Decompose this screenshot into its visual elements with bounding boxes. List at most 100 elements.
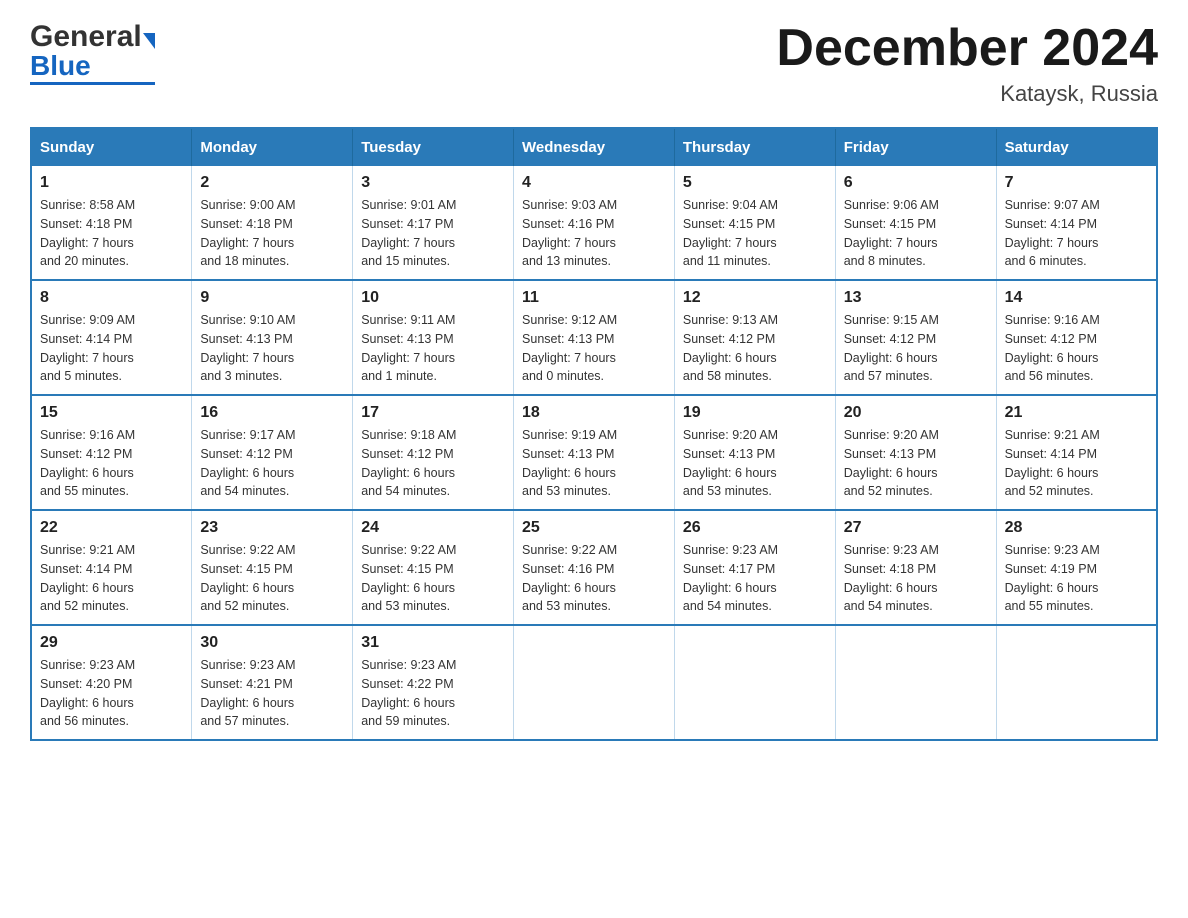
day-number: 22	[40, 519, 183, 537]
calendar-cell: 7 Sunrise: 9:07 AMSunset: 4:14 PMDaylight…	[996, 166, 1157, 280]
column-header-monday: Monday	[192, 128, 353, 166]
logo-underline	[30, 82, 155, 85]
logo-arrow-icon	[143, 33, 155, 49]
month-title: December 2024	[776, 20, 1158, 77]
title-section: December 2024 Kataysk, Russia	[776, 20, 1158, 107]
day-info: Sunrise: 9:23 AMSunset: 4:21 PMDaylight:…	[200, 656, 344, 731]
day-info: Sunrise: 9:13 AMSunset: 4:12 PMDaylight:…	[683, 311, 827, 386]
column-header-saturday: Saturday	[996, 128, 1157, 166]
day-info: Sunrise: 9:10 AMSunset: 4:13 PMDaylight:…	[200, 311, 344, 386]
calendar-cell: 16 Sunrise: 9:17 AMSunset: 4:12 PMDayligh…	[192, 395, 353, 510]
day-number: 2	[200, 174, 344, 192]
calendar-week-row: 1 Sunrise: 8:58 AMSunset: 4:18 PMDaylight…	[31, 166, 1157, 280]
day-number: 14	[1005, 289, 1148, 307]
calendar-cell: 23 Sunrise: 9:22 AMSunset: 4:15 PMDayligh…	[192, 510, 353, 625]
day-info: Sunrise: 9:23 AMSunset: 4:22 PMDaylight:…	[361, 656, 505, 731]
day-info: Sunrise: 9:00 AMSunset: 4:18 PMDaylight:…	[200, 196, 344, 271]
calendar-cell: 19 Sunrise: 9:20 AMSunset: 4:13 PMDayligh…	[674, 395, 835, 510]
column-header-thursday: Thursday	[674, 128, 835, 166]
day-info: Sunrise: 9:18 AMSunset: 4:12 PMDaylight:…	[361, 426, 505, 501]
calendar-cell: 1 Sunrise: 8:58 AMSunset: 4:18 PMDaylight…	[31, 166, 192, 280]
column-header-sunday: Sunday	[31, 128, 192, 166]
day-info: Sunrise: 9:12 AMSunset: 4:13 PMDaylight:…	[522, 311, 666, 386]
day-info: Sunrise: 9:19 AMSunset: 4:13 PMDaylight:…	[522, 426, 666, 501]
page-header: General Blue December 2024 Kataysk, Russ…	[30, 20, 1158, 107]
column-header-tuesday: Tuesday	[353, 128, 514, 166]
calendar-cell: 21 Sunrise: 9:21 AMSunset: 4:14 PMDayligh…	[996, 395, 1157, 510]
day-info: Sunrise: 9:21 AMSunset: 4:14 PMDaylight:…	[40, 541, 183, 616]
calendar-cell: 20 Sunrise: 9:20 AMSunset: 4:13 PMDayligh…	[835, 395, 996, 510]
day-number: 1	[40, 174, 183, 192]
day-info: Sunrise: 9:20 AMSunset: 4:13 PMDaylight:…	[683, 426, 827, 501]
day-number: 23	[200, 519, 344, 537]
calendar-cell	[674, 625, 835, 740]
day-number: 9	[200, 289, 344, 307]
calendar-week-row: 8 Sunrise: 9:09 AMSunset: 4:14 PMDaylight…	[31, 280, 1157, 395]
calendar-cell: 14 Sunrise: 9:16 AMSunset: 4:12 PMDayligh…	[996, 280, 1157, 395]
day-number: 16	[200, 404, 344, 422]
calendar-cell: 30 Sunrise: 9:23 AMSunset: 4:21 PMDayligh…	[192, 625, 353, 740]
calendar-week-row: 22 Sunrise: 9:21 AMSunset: 4:14 PMDayligh…	[31, 510, 1157, 625]
day-info: Sunrise: 9:23 AMSunset: 4:17 PMDaylight:…	[683, 541, 827, 616]
calendar-cell	[514, 625, 675, 740]
calendar-week-row: 29Sunrise: 9:23 AMSunset: 4:20 PMDayligh…	[31, 625, 1157, 740]
day-info: Sunrise: 9:20 AMSunset: 4:13 PMDaylight:…	[844, 426, 988, 501]
day-info: Sunrise: 9:22 AMSunset: 4:16 PMDaylight:…	[522, 541, 666, 616]
calendar-cell: 31 Sunrise: 9:23 AMSunset: 4:22 PMDayligh…	[353, 625, 514, 740]
calendar-cell: 25 Sunrise: 9:22 AMSunset: 4:16 PMDayligh…	[514, 510, 675, 625]
day-number: 28	[1005, 519, 1148, 537]
calendar-cell: 17Sunrise: 9:18 AMSunset: 4:12 PMDayligh…	[353, 395, 514, 510]
day-number: 25	[522, 519, 666, 537]
day-number: 12	[683, 289, 827, 307]
calendar-cell: 27Sunrise: 9:23 AMSunset: 4:18 PMDayligh…	[835, 510, 996, 625]
calendar-week-row: 15Sunrise: 9:16 AMSunset: 4:12 PMDayligh…	[31, 395, 1157, 510]
day-number: 3	[361, 174, 505, 192]
calendar-table: SundayMondayTuesdayWednesdayThursdayFrid…	[30, 127, 1158, 741]
day-number: 31	[361, 634, 505, 652]
day-number: 21	[1005, 404, 1148, 422]
logo-general: General	[30, 20, 142, 54]
day-info: Sunrise: 9:16 AMSunset: 4:12 PMDaylight:…	[1005, 311, 1148, 386]
calendar-cell: 3Sunrise: 9:01 AMSunset: 4:17 PMDaylight…	[353, 166, 514, 280]
day-info: Sunrise: 9:22 AMSunset: 4:15 PMDaylight:…	[200, 541, 344, 616]
day-number: 19	[683, 404, 827, 422]
day-number: 24	[361, 519, 505, 537]
calendar-cell: 5Sunrise: 9:04 AMSunset: 4:15 PMDaylight…	[674, 166, 835, 280]
calendar-cell: 12 Sunrise: 9:13 AMSunset: 4:12 PMDayligh…	[674, 280, 835, 395]
day-number: 7	[1005, 174, 1148, 192]
day-number: 8	[40, 289, 183, 307]
day-info: Sunrise: 9:09 AMSunset: 4:14 PMDaylight:…	[40, 311, 183, 386]
day-number: 15	[40, 404, 183, 422]
day-number: 30	[200, 634, 344, 652]
calendar-cell	[996, 625, 1157, 740]
day-info: Sunrise: 9:11 AMSunset: 4:13 PMDaylight:…	[361, 311, 505, 386]
day-info: Sunrise: 9:06 AMSunset: 4:15 PMDaylight:…	[844, 196, 988, 271]
calendar-cell: 26Sunrise: 9:23 AMSunset: 4:17 PMDayligh…	[674, 510, 835, 625]
day-info: Sunrise: 8:58 AMSunset: 4:18 PMDaylight:…	[40, 196, 183, 271]
day-info: Sunrise: 9:07 AMSunset: 4:14 PMDaylight:…	[1005, 196, 1148, 271]
day-info: Sunrise: 9:23 AMSunset: 4:20 PMDaylight:…	[40, 656, 183, 731]
day-number: 13	[844, 289, 988, 307]
calendar-cell: 8 Sunrise: 9:09 AMSunset: 4:14 PMDaylight…	[31, 280, 192, 395]
calendar-cell: 9 Sunrise: 9:10 AMSunset: 4:13 PMDaylight…	[192, 280, 353, 395]
day-number: 18	[522, 404, 666, 422]
day-number: 20	[844, 404, 988, 422]
day-number: 11	[522, 289, 666, 307]
logo: General Blue	[30, 20, 155, 85]
day-number: 5	[683, 174, 827, 192]
day-info: Sunrise: 9:23 AMSunset: 4:18 PMDaylight:…	[844, 541, 988, 616]
column-header-wednesday: Wednesday	[514, 128, 675, 166]
day-number: 4	[522, 174, 666, 192]
calendar-cell: 6 Sunrise: 9:06 AMSunset: 4:15 PMDaylight…	[835, 166, 996, 280]
calendar-cell: 24Sunrise: 9:22 AMSunset: 4:15 PMDayligh…	[353, 510, 514, 625]
calendar-cell: 29Sunrise: 9:23 AMSunset: 4:20 PMDayligh…	[31, 625, 192, 740]
day-info: Sunrise: 9:17 AMSunset: 4:12 PMDaylight:…	[200, 426, 344, 501]
calendar-header-row: SundayMondayTuesdayWednesdayThursdayFrid…	[31, 128, 1157, 166]
day-number: 6	[844, 174, 988, 192]
location: Kataysk, Russia	[776, 81, 1158, 107]
calendar-cell: 15Sunrise: 9:16 AMSunset: 4:12 PMDayligh…	[31, 395, 192, 510]
calendar-cell	[835, 625, 996, 740]
calendar-cell: 10Sunrise: 9:11 AMSunset: 4:13 PMDayligh…	[353, 280, 514, 395]
day-info: Sunrise: 9:21 AMSunset: 4:14 PMDaylight:…	[1005, 426, 1148, 501]
logo-blue: Blue	[30, 50, 91, 82]
